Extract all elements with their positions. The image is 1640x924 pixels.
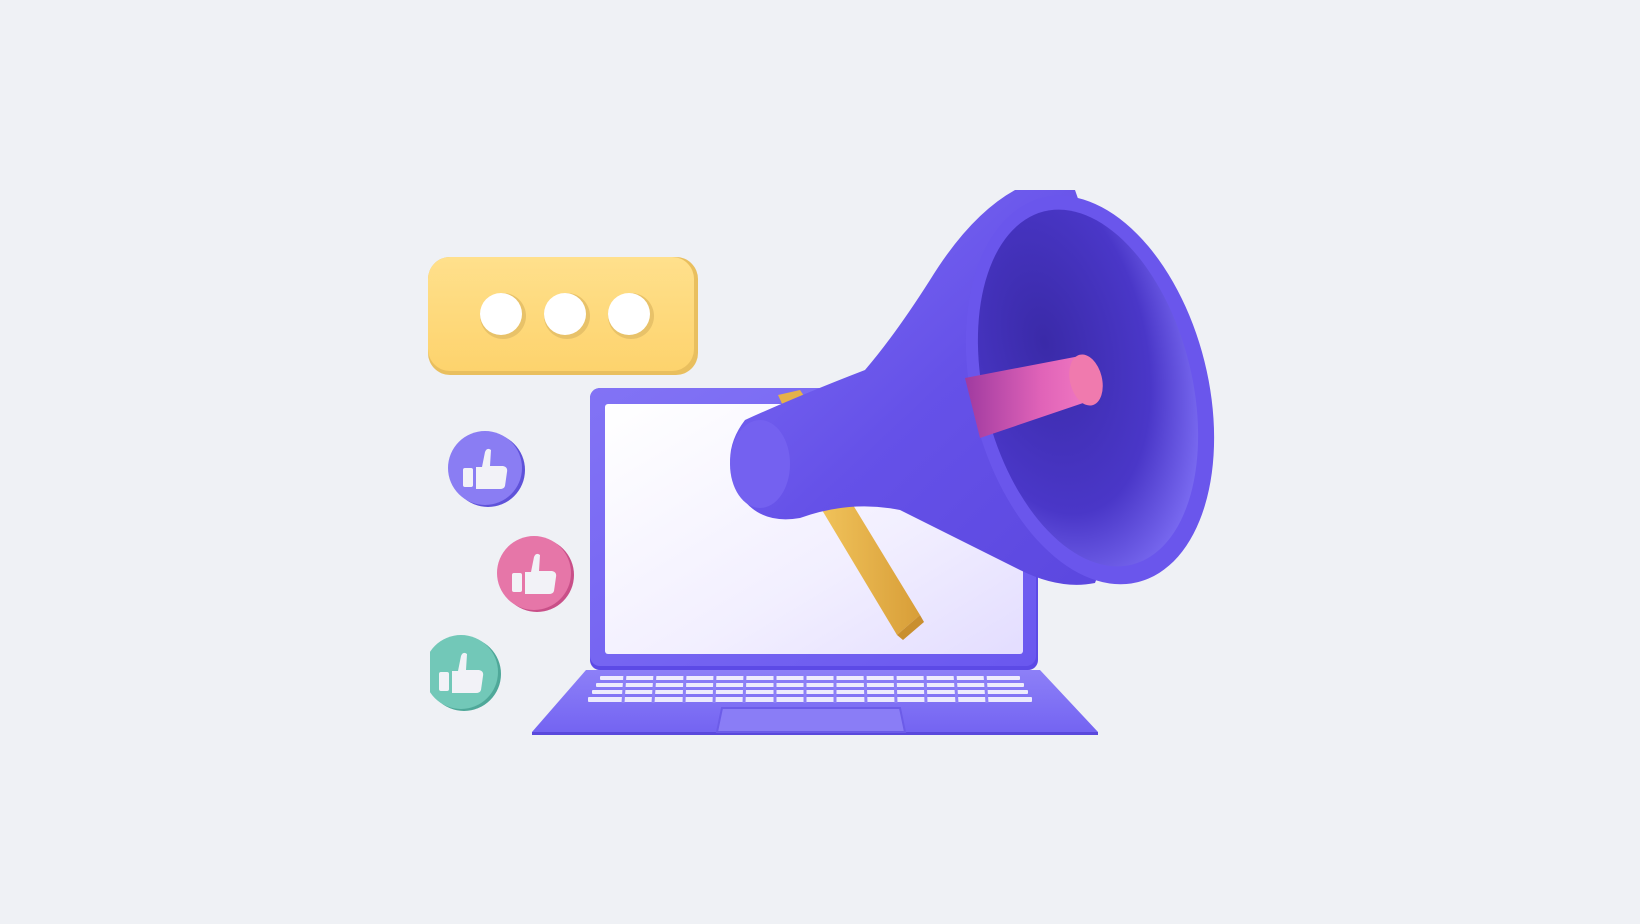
- thumbs-up-icon: [497, 536, 574, 612]
- laptop-trackpad: [715, 707, 907, 733]
- thumbs-up-icon: [448, 431, 525, 507]
- illustration-stage: [0, 0, 1640, 924]
- typing-dot: [608, 293, 654, 339]
- marketing-illustration: [400, 190, 1215, 735]
- typing-indicator-bubble: [428, 257, 698, 375]
- typing-dot: [480, 293, 526, 339]
- typing-dot: [544, 293, 590, 339]
- thumbs-up-icon: [424, 635, 501, 711]
